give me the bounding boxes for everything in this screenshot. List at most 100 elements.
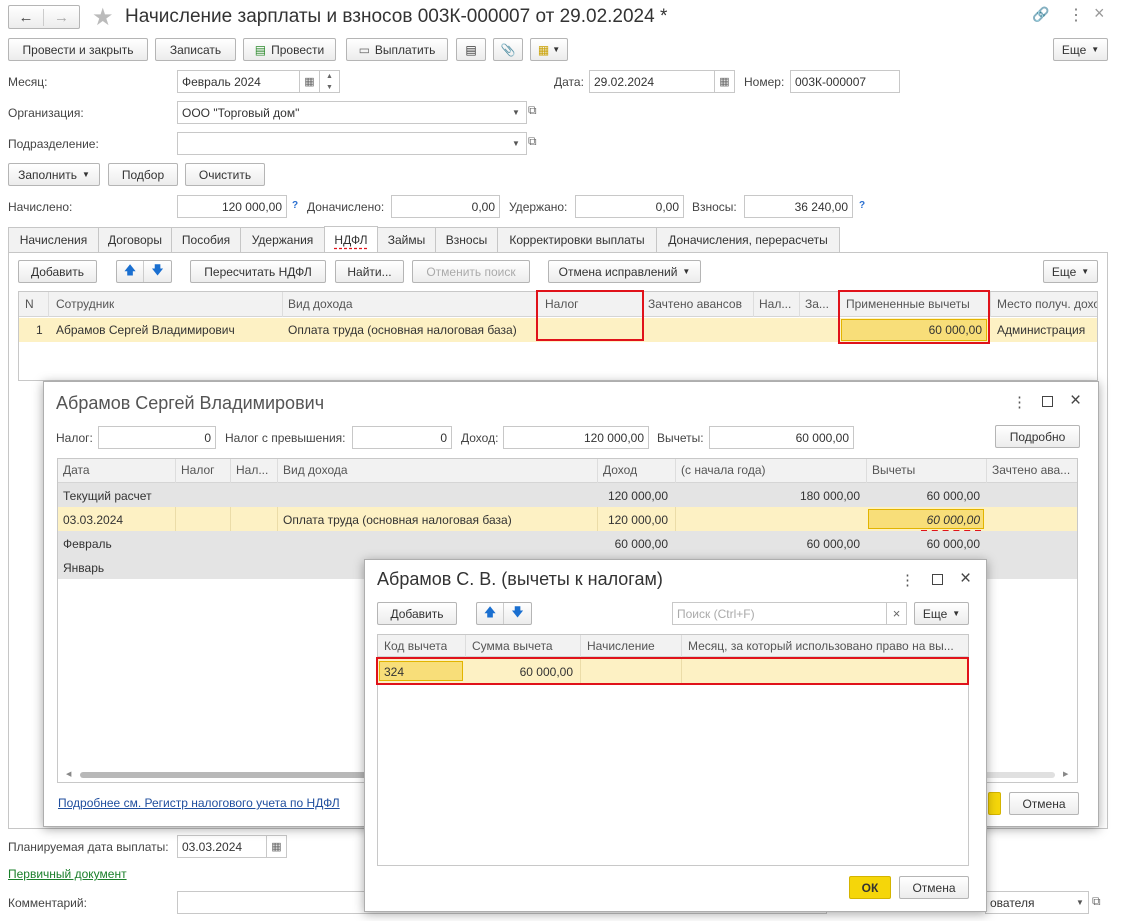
- dialog1-close-icon[interactable]: ×: [1070, 390, 1081, 412]
- ndfl-more-button[interactable]: Еще ▼: [1043, 260, 1098, 283]
- d2-col-month: Месяц, за который использовано право на …: [688, 639, 954, 653]
- recalc-ndfl-button[interactable]: Пересчитать НДФЛ: [190, 260, 326, 283]
- dialog1-maximize-icon[interactable]: [1042, 396, 1053, 407]
- tab-recalculations[interactable]: Доначисления, перерасчеты: [656, 227, 840, 252]
- comment-label: Комментарий:: [8, 896, 87, 910]
- d2-ok-button[interactable]: ОК: [849, 876, 891, 899]
- month-spinner[interactable]: ▲ ▼: [320, 70, 340, 93]
- org-open-icon[interactable]: ⧉: [528, 103, 537, 118]
- d1-col-tax: Налог: [181, 463, 215, 477]
- d1-tax-excess-field: 0: [352, 426, 452, 449]
- dialog2-maximize-icon[interactable]: [932, 574, 943, 585]
- d2-add-button[interactable]: Добавить: [377, 602, 457, 625]
- dept-open-icon[interactable]: ⧉: [528, 134, 537, 149]
- move-up-icon[interactable]: 🡅: [117, 261, 144, 282]
- tab-contracts[interactable]: Договоры: [98, 227, 172, 252]
- d2-more-button[interactable]: Еще ▼: [914, 602, 969, 625]
- d1-row2-date: Февраль: [63, 537, 112, 551]
- d1-income-field: 120 000,00: [503, 426, 649, 449]
- save-button[interactable]: Записать: [155, 38, 236, 61]
- tab-accruals[interactable]: Начисления: [8, 227, 99, 252]
- date-label: Дата:: [554, 75, 584, 89]
- link-icon[interactable]: 🔗: [1032, 6, 1049, 23]
- post-and-close-button[interactable]: Провести и закрыть: [8, 38, 148, 61]
- row-employee[interactable]: Абрамов Сергей Владимирович: [56, 323, 235, 337]
- pay-button[interactable]: ▭ Выплатить: [346, 38, 448, 61]
- scroll-right-icon[interactable]: ▶: [1063, 770, 1068, 778]
- org-label: Организация:: [8, 106, 84, 120]
- accrued-field: 120 000,00: [177, 195, 287, 218]
- pay-date-field[interactable]: 03.03.2024: [177, 835, 267, 858]
- row-n: 1: [36, 323, 43, 337]
- dialog2-title: Абрамов С. В. (вычеты к налогам): [377, 569, 663, 589]
- tab-deductions[interactable]: Удержания: [240, 227, 325, 252]
- tax-highlight-box: [536, 290, 644, 341]
- tab-loans[interactable]: Займы: [377, 227, 436, 252]
- col-income-place: Место получ. дохо: [997, 297, 1097, 311]
- d2-col-amount: Сумма вычета: [472, 639, 553, 653]
- responsible-dropdown-icon[interactable]: ▼: [1072, 892, 1088, 913]
- org-dropdown-icon[interactable]: ▼: [508, 102, 524, 123]
- col-employee: Сотрудник: [56, 297, 115, 311]
- tab-ndfl[interactable]: НДФЛ: [324, 226, 378, 253]
- d2-search-input[interactable]: Поиск (Ctrl+F): [672, 602, 887, 625]
- clear-button[interactable]: Очистить: [185, 163, 265, 186]
- dept-field[interactable]: [177, 132, 527, 155]
- number-field[interactable]: 003К-000007: [790, 70, 900, 93]
- tab-payment-corrections[interactable]: Корректировки выплаты: [497, 227, 657, 252]
- row-income-kind[interactable]: Оплата труда (основная налоговая база): [288, 323, 517, 337]
- d2-cancel-button[interactable]: Отмена: [899, 876, 969, 899]
- tax-register-link[interactable]: Подробнее см. Регистр налогового учета п…: [58, 796, 340, 810]
- fill-button[interactable]: Заполнить ▼: [8, 163, 100, 186]
- pay-date-calendar-icon[interactable]: ▦: [267, 835, 287, 858]
- details-button[interactable]: Подробно: [995, 425, 1080, 448]
- create-based-icon[interactable]: ▦ ▼: [530, 38, 568, 61]
- favorite-star-icon[interactable]: ★: [92, 3, 114, 32]
- scroll-left-icon[interactable]: ◀: [66, 770, 71, 778]
- more-button[interactable]: Еще ▼: [1053, 38, 1108, 61]
- primary-doc-link[interactable]: Первичный документ: [8, 867, 127, 881]
- tab-benefits[interactable]: Пособия: [171, 227, 241, 252]
- d2-move-down-icon[interactable]: 🡇: [504, 603, 531, 624]
- d1-ok-button[interactable]: [988, 792, 1001, 815]
- horizontal-scrollbar[interactable]: [80, 772, 370, 778]
- calendar-icon[interactable]: ▦: [300, 70, 320, 93]
- accrued-help-icon[interactable]: ?: [292, 200, 298, 211]
- contrib-field: 36 240,00: [744, 195, 853, 218]
- close-icon[interactable]: ×: [1094, 3, 1105, 24]
- col-advances: Зачтено авансов: [648, 297, 742, 311]
- org-field[interactable]: ООО "Торговый дом": [177, 101, 527, 124]
- dept-dropdown-icon[interactable]: ▼: [508, 133, 524, 154]
- find-button[interactable]: Найти...: [335, 260, 404, 283]
- d2-more-label: Еще: [922, 606, 948, 621]
- d2-search-clear-icon[interactable]: ×: [887, 602, 907, 625]
- withheld-label: Удержано:: [509, 200, 568, 214]
- back-arrow-icon[interactable]: ←: [9, 8, 44, 26]
- pay-icon: ▭: [358, 42, 370, 57]
- cancel-search-button[interactable]: Отменить поиск: [412, 260, 530, 283]
- contrib-help-icon[interactable]: ?: [859, 200, 865, 211]
- menu-dots-icon[interactable]: ⋮: [1068, 5, 1084, 25]
- select-button[interactable]: Подбор: [108, 163, 178, 186]
- dialog1-menu-icon[interactable]: ⋮: [1012, 393, 1027, 411]
- d1-col-income: Доход: [603, 463, 638, 477]
- post-button[interactable]: ▤ Провести: [243, 38, 336, 61]
- attach-icon[interactable]: 📎: [493, 38, 523, 61]
- d1-row0-ytd: 180 000,00: [799, 489, 860, 503]
- d1-col-advances: Зачтено ава...: [992, 463, 1071, 477]
- d1-cancel-button[interactable]: Отмена: [1009, 792, 1079, 815]
- report-icon[interactable]: ▤: [456, 38, 486, 61]
- ndfl-add-button[interactable]: Добавить: [18, 260, 97, 283]
- date-calendar-icon[interactable]: ▦: [715, 70, 735, 93]
- cancel-fix-button[interactable]: Отмена исправлений ▼: [548, 260, 701, 283]
- move-down-icon[interactable]: 🡇: [144, 261, 171, 282]
- d1-col-income-kind: Вид дохода: [283, 463, 348, 477]
- dialog2-close-icon[interactable]: ×: [960, 568, 971, 590]
- responsible-open-icon[interactable]: ⧉: [1092, 894, 1101, 909]
- month-field[interactable]: Февраль 2024: [177, 70, 300, 93]
- tab-contributions[interactable]: Взносы: [435, 227, 498, 252]
- date-field[interactable]: 29.02.2024: [589, 70, 715, 93]
- forward-arrow-icon[interactable]: →: [44, 9, 79, 26]
- d2-move-up-icon[interactable]: 🡅: [477, 603, 504, 624]
- dialog2-menu-icon[interactable]: ⋮: [900, 571, 915, 589]
